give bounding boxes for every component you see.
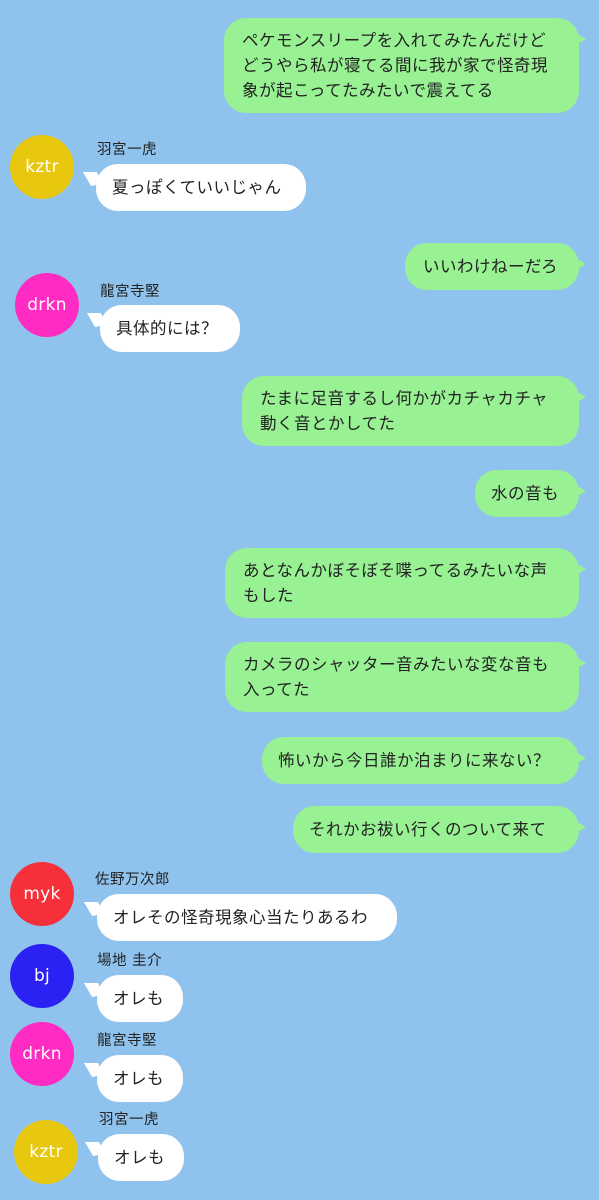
message-sent-bubble[interactable]: いいわけねーだろ: [405, 243, 586, 290]
avatar-drkn[interactable]: drkn: [10, 1022, 74, 1086]
sender-name: 場地 圭介: [97, 953, 163, 969]
avatar-myk[interactable]: myk: [10, 862, 74, 926]
message-received-bubble[interactable]: 夏っぽくていいじゃん: [96, 164, 306, 211]
message-sent-bubble[interactable]: ペケモンスリープを入れてみたんだけど どうやら私が寝てる間に我が家で怪奇現 象が…: [224, 18, 586, 113]
message-received-bubble[interactable]: オレも: [98, 1134, 184, 1181]
message-sent-bubble[interactable]: 怖いから今日誰か泊まりに来ない？: [262, 737, 586, 784]
message-received-bubble[interactable]: オレその怪奇現象心当たりあるわ: [97, 894, 397, 941]
message-received-bubble[interactable]: オレも: [97, 975, 183, 1022]
message-sent-bubble[interactable]: あとなんかぼそぼそ喋ってるみたいな声 もした: [225, 548, 586, 618]
message-sent-bubble[interactable]: 水の音も: [475, 470, 586, 517]
avatar-kztr[interactable]: kztr: [10, 135, 74, 199]
message-sent-bubble[interactable]: たまに足音するし何かがカチャカチャ 動く音とかしてた: [242, 376, 586, 446]
sender-name: 佐野万次郎: [95, 872, 170, 888]
avatar-drkn[interactable]: drkn: [15, 273, 79, 337]
message-received-bubble[interactable]: 具体的には？: [100, 305, 240, 352]
message-received-bubble[interactable]: オレも: [97, 1055, 183, 1102]
message-sent-bubble[interactable]: カメラのシャッター音みたいな変な音も 入ってた: [225, 642, 586, 712]
sender-name: 龍宮寺堅: [97, 1033, 157, 1049]
sender-name: 羽宮一虎: [97, 142, 157, 158]
avatar-kztr[interactable]: kztr: [14, 1120, 78, 1184]
sender-name: 羽宮一虎: [99, 1112, 159, 1128]
message-sent-bubble[interactable]: それかお祓い行くのついて来て: [293, 806, 586, 853]
avatar-bj[interactable]: bj: [10, 944, 74, 1008]
sender-name: 龍宮寺堅: [100, 284, 160, 300]
